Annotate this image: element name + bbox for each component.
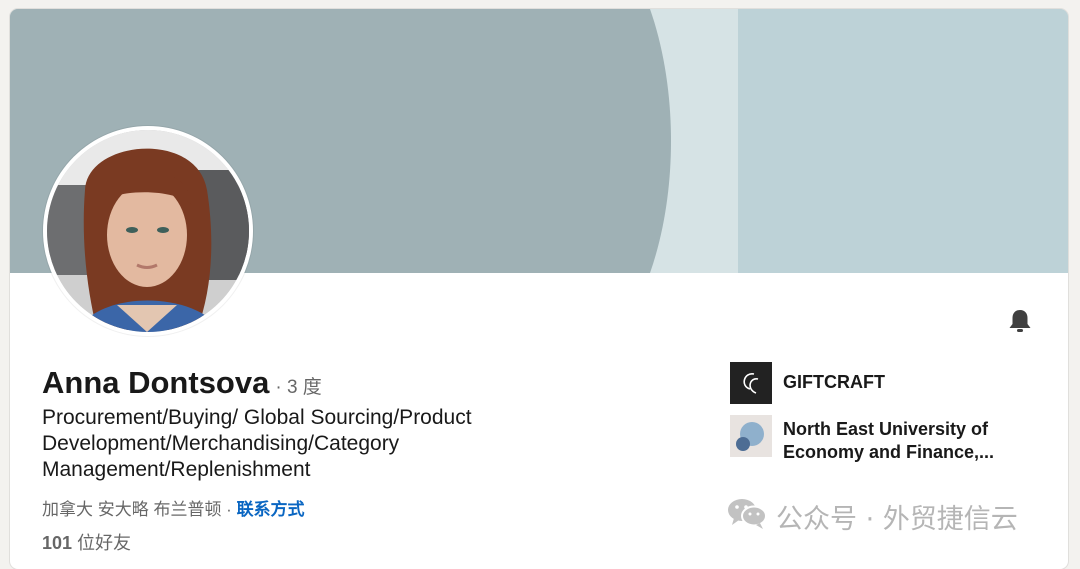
connections-label: 位好友 (72, 533, 132, 553)
connections-number: 101 (42, 533, 73, 553)
bell-icon[interactable] (1006, 307, 1034, 335)
name-row: Anna Dontsova · 3 度 (42, 365, 322, 401)
wechat-logo (726, 496, 768, 537)
watermark-text: 公众号 · 外贸捷信云 (776, 504, 1018, 535)
education-current[interactable]: North East University of Economy and Fin… (730, 415, 1023, 464)
location-row: 加拿大 安大略 布兰普顿 · 联系方式 (42, 495, 305, 520)
headline-line: Management/Replenishment (42, 458, 311, 481)
company-current[interactable]: GIFTCRAFT (730, 362, 1023, 404)
school-name-line: North East University of (783, 419, 989, 439)
headline-line: Development/Merchandising/Category (42, 432, 400, 455)
university-logo (730, 415, 772, 457)
profile-headline: Procurement/Buying/ Global Sourcing/Prod… (42, 405, 562, 483)
connection-degree: · 3 度 (275, 377, 322, 398)
location-text: 加拿大 安大略 布兰普顿 · (42, 500, 237, 519)
profile-card: Anna Dontsova · 3 度 Procurement/Buying/ … (10, 9, 1068, 569)
headline-line: Procurement/Buying/ Global Sourcing/Prod… (42, 406, 472, 429)
profile-photo[interactable] (43, 126, 253, 336)
connections-count[interactable]: 101 位好友 (42, 529, 131, 555)
contact-info-link[interactable]: 联系方式 (237, 500, 305, 519)
watermark: 公众号 · 外贸捷信云 (726, 496, 1018, 537)
profile-name: Anna Dontsova (42, 365, 270, 400)
profile-photo-image (47, 130, 249, 332)
school-name: North East University of Economy and Fin… (783, 418, 1023, 464)
giftcraft-logo (730, 362, 772, 404)
company-name: GIFTCRAFT (783, 372, 885, 392)
school-name-line: Economy and Finance,... (783, 442, 995, 462)
